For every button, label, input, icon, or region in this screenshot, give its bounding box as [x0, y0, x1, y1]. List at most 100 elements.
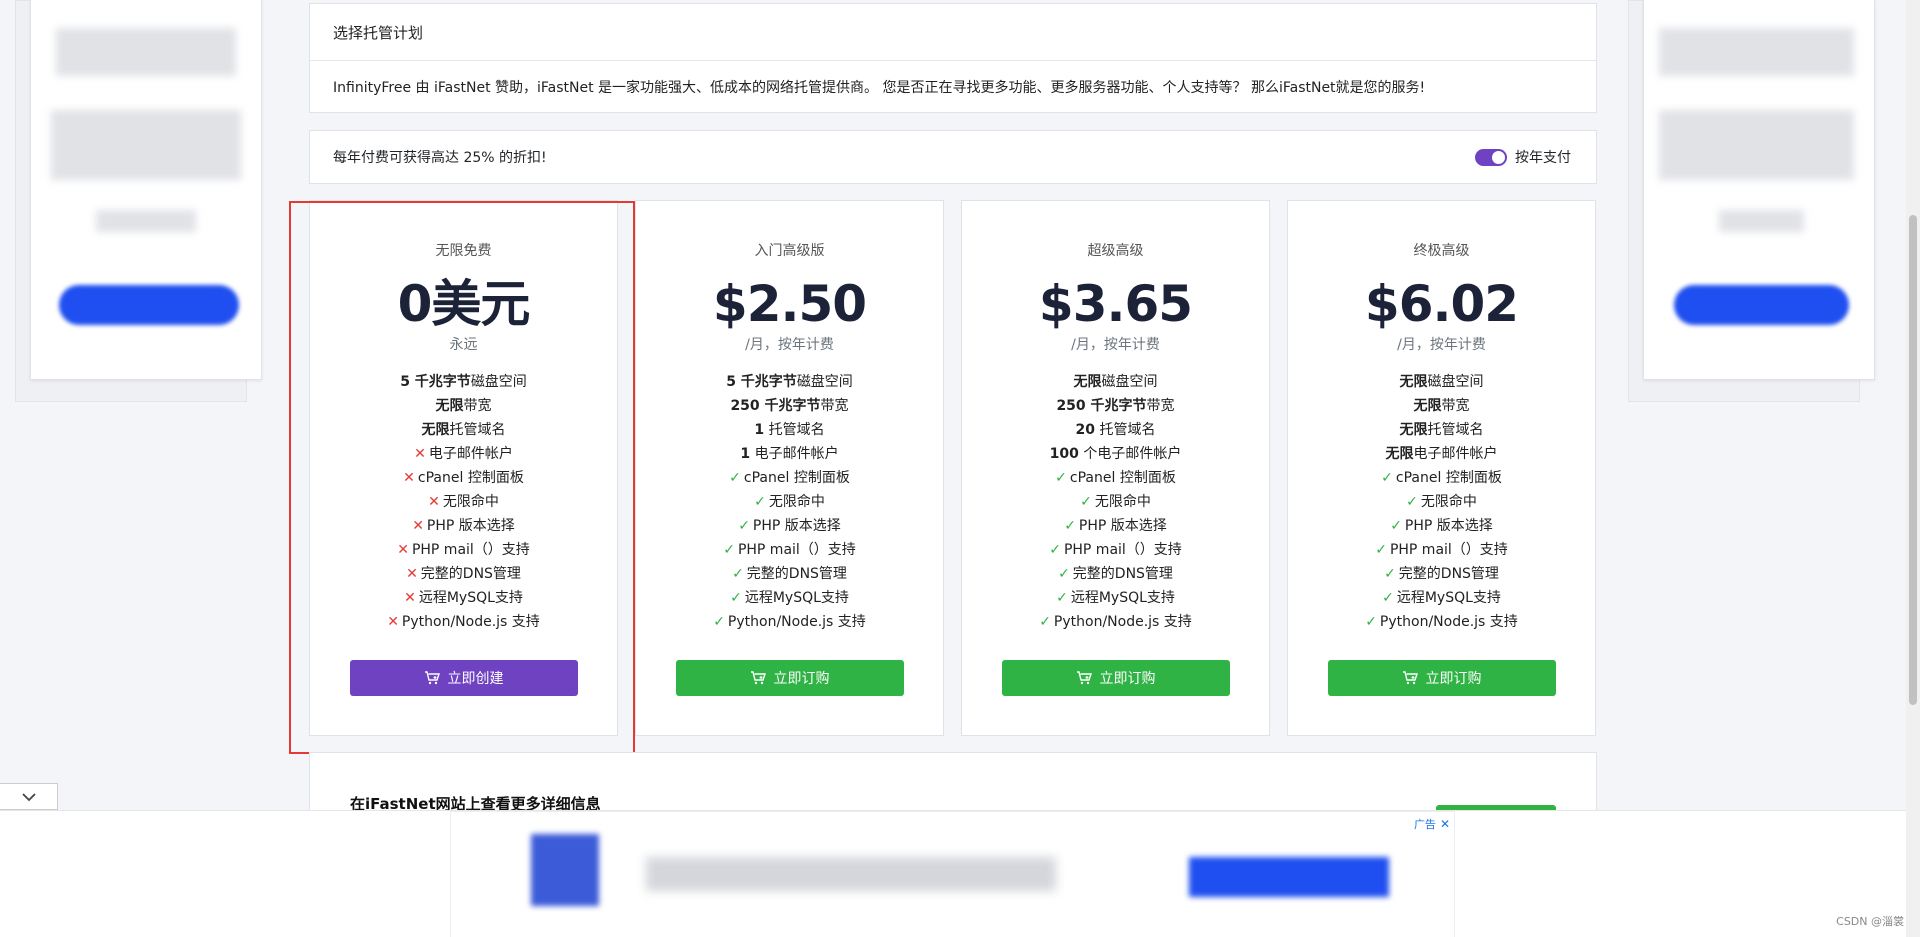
discount-panel: 每年付费可获得高达 25% 的折扣! 按年支付 [309, 130, 1597, 184]
feature-item: ✓ PHP 版本选择 [636, 514, 943, 538]
ad-blur-text [51, 110, 241, 180]
feature-item: ✕ Python/Node.js 支持 [310, 610, 617, 634]
ad-logo [531, 834, 599, 906]
left-ad-card[interactable] [30, 0, 262, 380]
ad-blur-button[interactable] [1189, 857, 1389, 897]
feature-strong: 5 千兆字节 [726, 374, 797, 390]
check-icon: ✓ [1080, 494, 1092, 510]
feature-list: 5 千兆字节磁盘空间 250 千兆字节带宽 1 托管域名 1 电子邮件帐户 ✓ cPane… [636, 370, 943, 634]
feature-item: ✓ cPanel 控制面板 [962, 466, 1269, 490]
right-ad-card[interactable] [1643, 0, 1875, 380]
yearly-toggle[interactable]: 按年支付 [1475, 147, 1571, 167]
feature-item: ✓ 远程MySQL支持 [1288, 586, 1595, 610]
feature-item: ✓ 完整的DNS管理 [962, 562, 1269, 586]
check-icon: ✓ [732, 566, 744, 582]
feature-strong: 无限 [1385, 446, 1414, 462]
feature-text: 电子邮件帐户 [428, 446, 513, 462]
feature-item: ✕ PHP 版本选择 [310, 514, 617, 538]
order-now-button[interactable]: 立即订购 [1327, 660, 1556, 696]
check-icon: ✓ [1390, 518, 1402, 534]
feature-strong: 无限 [1073, 374, 1102, 390]
plan-period: /月，按年计费 [1071, 337, 1160, 353]
feature-text: 远程MySQL支持 [418, 590, 523, 606]
feature-item: 5 千兆字节磁盘空间 [636, 370, 943, 394]
feature-text: 完整的DNS管理 [420, 566, 521, 582]
check-icon: ✓ [1039, 614, 1051, 630]
feature-text: PHP 版本选择 [752, 518, 841, 534]
ad-label-text: 广告 [1413, 818, 1436, 831]
close-icon[interactable]: ✕ [1440, 817, 1450, 831]
check-icon: ✓ [1064, 518, 1076, 534]
feature-item: 无限电子邮件帐户 [1288, 442, 1595, 466]
cross-icon: ✕ [428, 494, 440, 510]
feature-item: ✓ PHP 版本选择 [962, 514, 1269, 538]
ad-label[interactable]: 广告 ✕ [1414, 816, 1450, 832]
feature-text: 无限命中 [442, 494, 499, 510]
feature-text: 带宽 [1146, 398, 1175, 414]
feature-text: 带宽 [820, 398, 849, 414]
feature-text: 托管域名 [764, 422, 825, 438]
toggle-switch[interactable] [1475, 148, 1507, 166]
feature-text: PHP 版本选择 [1404, 518, 1493, 534]
feature-text: Python/Node.js 支持 [1053, 614, 1192, 630]
plan-price: $3.65 [1038, 275, 1193, 333]
ad-blur-text [646, 857, 1056, 891]
feature-strong: 20 [1075, 422, 1096, 438]
cross-icon: ✕ [404, 590, 416, 606]
ad-collapse-button[interactable] [0, 783, 58, 810]
feature-text: PHP 版本选择 [1078, 518, 1167, 534]
feature-text: 磁盘空间 [1427, 374, 1484, 390]
plan-price: 0美元 [397, 275, 531, 333]
cross-icon: ✕ [403, 470, 415, 486]
check-icon: ✓ [738, 518, 750, 534]
feature-item: ✓ PHP mail（）支持 [1288, 538, 1595, 562]
button-label: 立即订购 [773, 670, 830, 686]
scrollbar[interactable] [1906, 0, 1920, 937]
cross-icon: ✕ [406, 566, 418, 582]
feature-text: PHP mail（）支持 [1389, 542, 1508, 558]
feature-item: 100 个电子邮件帐户 [962, 442, 1269, 466]
feature-item: 1 电子邮件帐户 [636, 442, 943, 466]
watermark: CSDN @淄裳 [1836, 915, 1904, 928]
feature-list: 无限磁盘空间 无限带宽 无限托管域名 无限电子邮件帐户 ✓ cPanel 控制面板 ✓ 无限命… [1288, 370, 1595, 634]
check-icon: ✓ [754, 494, 766, 510]
order-now-button[interactable]: 立即订购 [1001, 660, 1230, 696]
plan-price: $2.50 [712, 275, 867, 333]
feature-text: cPanel 控制面板 [417, 470, 524, 486]
plan-name: 超级高级 [1087, 243, 1144, 259]
feature-item: ✓ 无限命中 [962, 490, 1269, 514]
create-now-button[interactable]: 立即创建 [349, 660, 578, 696]
feature-item: ✓ PHP 版本选择 [1288, 514, 1595, 538]
feature-strong: 5 千兆字节 [400, 374, 471, 390]
check-icon: ✓ [723, 542, 735, 558]
ad-blur-text [1659, 28, 1854, 76]
toggle-knob [1492, 150, 1505, 164]
feature-text: cPanel 控制面板 [743, 470, 850, 486]
feature-text: 电子邮件帐户 [750, 446, 839, 462]
feature-item: ✓ Python/Node.js 支持 [636, 610, 943, 634]
ad-blur-button[interactable] [1674, 285, 1849, 325]
feature-item: ✓ 无限命中 [1288, 490, 1595, 514]
feature-text: 远程MySQL支持 [1396, 590, 1501, 606]
order-now-button[interactable]: 立即订购 [675, 660, 904, 696]
cross-icon: ✕ [397, 542, 409, 558]
check-icon: ✓ [1381, 470, 1393, 486]
feature-text: PHP 版本选择 [426, 518, 515, 534]
feature-text: 完整的DNS管理 [1398, 566, 1499, 582]
check-icon: ✓ [1365, 614, 1377, 630]
feature-item: ✓ cPanel 控制面板 [1288, 466, 1595, 490]
feature-text: 磁盘空间 [796, 374, 853, 390]
feature-strong: 无限 [1413, 398, 1442, 414]
section-title: 选择托管计划 [310, 4, 1596, 61]
feature-item: ✕ PHP mail（）支持 [310, 538, 617, 562]
bottom-ad-frame[interactable]: 广告 ✕ [450, 811, 1455, 937]
ad-blur-button[interactable] [59, 285, 239, 325]
check-icon: ✓ [1375, 542, 1387, 558]
ad-blur-text [96, 210, 196, 232]
scrollbar-thumb[interactable] [1909, 215, 1917, 705]
feature-item: ✓ 完整的DNS管理 [1288, 562, 1595, 586]
cross-icon: ✕ [414, 446, 426, 462]
feature-item: ✓ cPanel 控制面板 [636, 466, 943, 490]
feature-text: 完整的DNS管理 [746, 566, 847, 582]
button-label: 立即创建 [447, 670, 504, 686]
